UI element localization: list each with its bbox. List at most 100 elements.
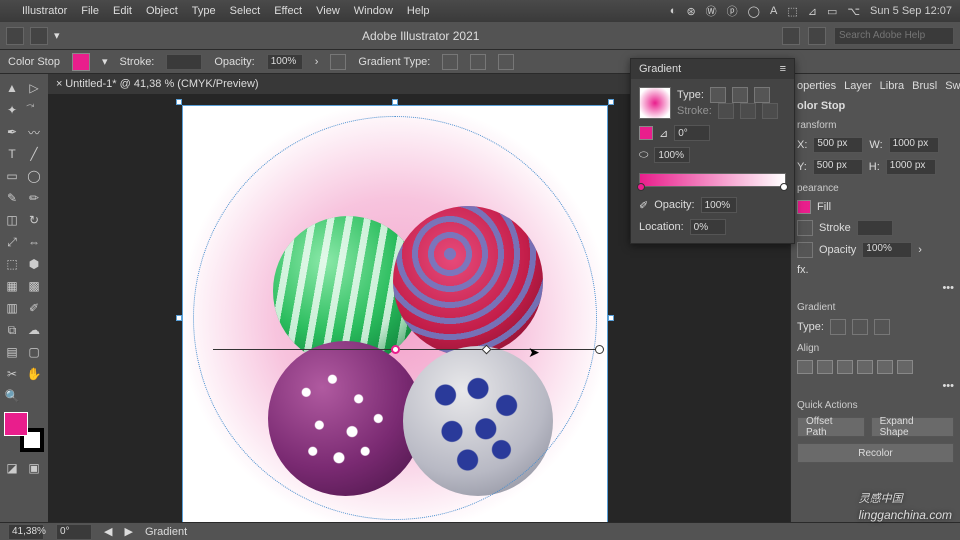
fill-swatch[interactable] (72, 53, 90, 71)
artboard-tool[interactable]: ▢ (24, 342, 44, 362)
panel-menu-icon[interactable]: ≡ (780, 63, 786, 75)
recolor-button[interactable]: Recolor (797, 443, 954, 463)
menu-illustrator[interactable]: Illustrator (22, 5, 67, 17)
scale-tool[interactable]: ⤢ (2, 232, 22, 252)
tab-libraries[interactable]: Libra (880, 80, 904, 92)
menu-type[interactable]: Type (192, 5, 216, 17)
gradient-start-handle[interactable] (391, 345, 400, 354)
stroke-weight-dd[interactable] (857, 220, 893, 236)
ellipse-tool[interactable]: ◯ (24, 166, 44, 186)
curvature-tool[interactable]: 〰 (24, 122, 44, 142)
freeform-icon[interactable] (754, 87, 770, 103)
artboard[interactable]: ➤ (183, 106, 607, 522)
blend-tool[interactable]: ⧉ (2, 320, 22, 340)
menu-effect[interactable]: Effect (274, 5, 302, 17)
align-hcenter[interactable] (817, 360, 833, 374)
symbol-tool[interactable]: ☁ (24, 320, 44, 340)
linear-grad-icon[interactable] (830, 319, 846, 335)
workspace-icon[interactable] (30, 27, 48, 45)
rotate-field[interactable]: 0° (56, 524, 92, 540)
zoom-tool[interactable]: 🔍 (2, 386, 22, 406)
stop-location-input[interactable]: 0% (690, 219, 726, 235)
nav-prev-icon[interactable]: ◀ (104, 525, 112, 538)
menu-file[interactable]: File (81, 5, 99, 17)
tab-layers[interactable]: Layer (844, 80, 872, 92)
rotate-tool[interactable]: ↻ (24, 210, 44, 230)
aspect-input[interactable]: 100% (654, 147, 690, 163)
linear-grad-icon[interactable] (442, 54, 458, 70)
linear-icon[interactable] (710, 87, 726, 103)
opacity-icon[interactable] (797, 242, 813, 258)
width-tool[interactable]: ⇔ (24, 232, 44, 252)
handle[interactable] (608, 315, 614, 321)
type-tool[interactable]: T (2, 144, 22, 164)
chevron-icon[interactable]: › (315, 56, 319, 68)
gradient-tool[interactable]: ▥ (2, 298, 22, 318)
h-input[interactable]: 1000 px (886, 159, 936, 175)
color-stop-2[interactable] (780, 183, 788, 191)
shaper-tool[interactable]: ✏ (24, 188, 44, 208)
freeform-grad-icon[interactable] (874, 319, 890, 335)
gradient-floating-panel[interactable]: Gradient ≡ Type: Stroke: ⊿0° ⬭100% (630, 58, 795, 244)
perspective-tool[interactable]: ▦ (2, 276, 22, 296)
menu-edit[interactable]: Edit (113, 5, 132, 17)
gradient-preview[interactable] (639, 87, 671, 119)
stop-swatch[interactable] (639, 126, 653, 140)
fill-swatch[interactable] (797, 200, 811, 214)
align-vcenter[interactable] (877, 360, 893, 374)
gradient-slider[interactable] (639, 173, 786, 187)
menu-help[interactable]: Help (407, 5, 430, 17)
handle[interactable] (176, 315, 182, 321)
expand-shape-button[interactable]: Expand Shape (871, 417, 954, 437)
eyedropper-icon[interactable]: ✐ (639, 199, 648, 212)
shape-builder-tool[interactable]: ⬢ (24, 254, 44, 274)
selection-tool[interactable]: ▲ (2, 78, 22, 98)
tab-close-icon[interactable]: × (56, 78, 62, 90)
radial-icon[interactable] (732, 87, 748, 103)
home-icon[interactable] (6, 27, 24, 45)
tab-brushes[interactable]: Brusl (912, 80, 937, 92)
dropdown-icon[interactable]: ▾ (54, 29, 60, 42)
pen-tool[interactable]: ✒ (2, 122, 22, 142)
align-bottom[interactable] (897, 360, 913, 374)
more-icon[interactable]: ••• (797, 380, 954, 392)
handle[interactable] (608, 99, 614, 105)
graph-tool[interactable]: ▤ (2, 342, 22, 362)
radial-grad-icon[interactable] (470, 54, 486, 70)
align-left[interactable] (797, 360, 813, 374)
rectangle-tool[interactable]: ▭ (2, 166, 22, 186)
y-input[interactable]: 500 px (813, 159, 863, 175)
hand-tool[interactable]: ✋ (24, 364, 44, 384)
dropdown-icon[interactable]: ▾ (102, 55, 108, 68)
color-mode[interactable]: ◪ (2, 458, 22, 478)
more-icon[interactable]: ••• (797, 282, 954, 294)
chevron-icon[interactable]: › (918, 244, 922, 256)
menu-object[interactable]: Object (146, 5, 178, 17)
handle[interactable] (176, 99, 182, 105)
mesh-tool[interactable]: ▩ (24, 276, 44, 296)
nav-next-icon[interactable]: ▶ (124, 525, 132, 538)
gpu-icon[interactable] (808, 27, 826, 45)
handle[interactable] (392, 99, 398, 105)
brush-tool[interactable]: ✎ (2, 188, 22, 208)
grad-icon[interactable] (330, 54, 346, 70)
search-input[interactable] (834, 27, 954, 45)
offset-path-button[interactable]: Offset Path (797, 417, 865, 437)
opacity-input[interactable]: 100% (862, 242, 912, 258)
gradient-annotator[interactable] (213, 349, 603, 350)
w-input[interactable]: 1000 px (889, 137, 939, 153)
color-stop-1[interactable] (637, 183, 645, 191)
x-input[interactable]: 500 px (813, 137, 863, 153)
tab-properties[interactable]: operties (797, 80, 836, 92)
menu-select[interactable]: Select (230, 5, 261, 17)
lasso-tool[interactable]: ⃕ (24, 100, 44, 120)
stop-opacity-input[interactable]: 100% (701, 197, 737, 213)
radial-grad-icon[interactable] (852, 319, 868, 335)
fill-stroke-control[interactable] (4, 412, 44, 452)
stroke-weight[interactable] (166, 54, 202, 70)
menu-view[interactable]: View (316, 5, 340, 17)
freeform-grad-icon[interactable] (498, 54, 514, 70)
free-transform-tool[interactable]: ⬚ (2, 254, 22, 274)
slice-tool[interactable]: ✂ (2, 364, 22, 384)
stroke-swatch[interactable] (797, 220, 813, 236)
